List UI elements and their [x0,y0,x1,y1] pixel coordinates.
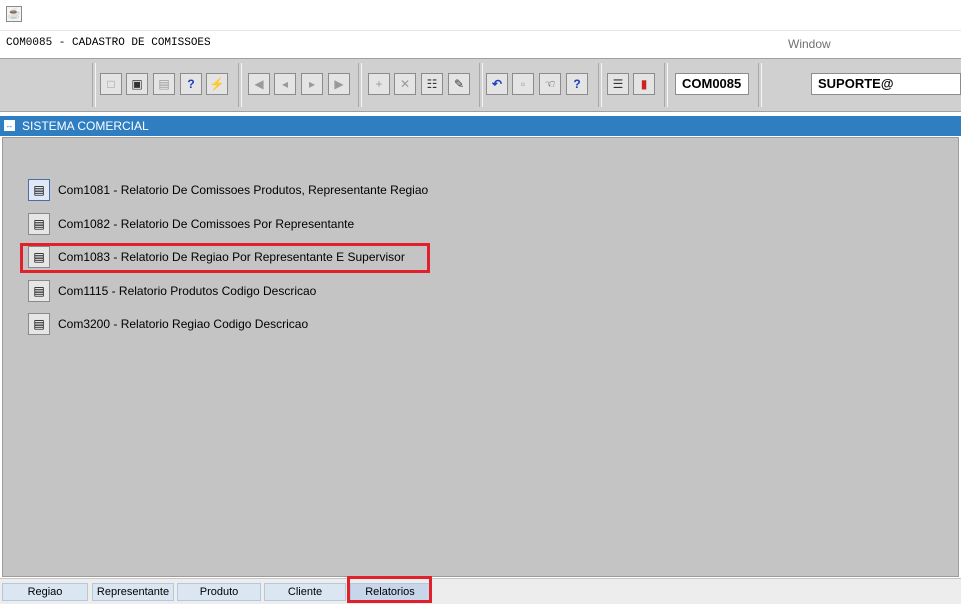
tab-bar: Regiao Representante Produto Cliente Rel… [0,578,961,604]
first-record-icon[interactable]: ◀ [248,73,270,95]
query-icon[interactable]: ? [180,73,202,95]
toolbar-separator [758,63,762,107]
report-label: Com1081 - Relatorio De Comissoes Produto… [58,183,429,197]
java-app-icon: ☕ [6,6,22,22]
edit-icon[interactable]: ✎ [448,73,470,95]
previous-record-icon[interactable]: ◂ [274,73,296,95]
report-label: Com3200 - Relatorio Regiao Codigo Descri… [58,317,309,331]
collapse-icon[interactable]: ↔ [4,120,15,131]
printer-icon[interactable]: ▤ [28,179,50,201]
highlight-box [20,243,430,273]
reports-panel [2,137,959,577]
list-of-values-icon[interactable]: ☷ [421,73,443,95]
menu-icon[interactable]: ☰ [607,73,629,95]
tab-representante[interactable]: Representante [92,583,174,601]
toolbar-separator [238,63,242,107]
execute-query-icon[interactable]: ⚡ [206,73,228,95]
tab-cliente[interactable]: Cliente [264,583,346,601]
window-menu[interactable]: Window [788,37,831,51]
toolbar: □ ▣ ▤ ? ⚡ ◀ ◂ ▸ ▶ + ✕ ☷ ✎ ↶ ▫ ☜ ? ☰ ▮ CO… [0,58,961,112]
toolbar-separator [598,63,602,107]
clipboard-icon[interactable]: ▫ [512,73,534,95]
section-header: ↔ SISTEMA COMERCIAL [0,116,961,136]
help-pointer-icon[interactable]: ☜ [539,73,561,95]
menu-bar: COM0085 - CADASTRO DE COMISSOES Window [0,31,961,55]
exit-door-icon[interactable]: ▮ [633,73,655,95]
title-bar: ☕ [0,0,961,31]
print-icon[interactable]: ▤ [153,73,175,95]
last-record-icon[interactable]: ▶ [328,73,350,95]
section-title: SISTEMA COMERCIAL [22,119,149,133]
toolbar-separator [92,63,96,107]
tab-produto[interactable]: Produto [177,583,261,601]
report-label: Com1115 - Relatorio Produtos Codigo Desc… [58,284,317,298]
toolbar-separator [664,63,668,107]
next-record-icon[interactable]: ▸ [301,73,323,95]
report-label: Com1082 - Relatorio De Comissoes Por Rep… [58,217,355,231]
insert-record-icon[interactable]: + [368,73,390,95]
tab-regiao[interactable]: Regiao [2,583,88,601]
window-caption: COM0085 - CADASTRO DE COMISSOES [6,37,211,49]
printer-icon[interactable]: ▤ [28,280,50,302]
window-icon[interactable]: ▣ [126,73,148,95]
user-field: SUPORTE@ [811,73,961,95]
printer-icon[interactable]: ▤ [28,313,50,335]
toolbar-separator [358,63,362,107]
form-code-field: COM0085 [675,73,749,95]
delete-record-icon[interactable]: ✕ [394,73,416,95]
help-icon[interactable]: ? [566,73,588,95]
printer-icon[interactable]: ▤ [28,213,50,235]
save-icon[interactable]: □ [100,73,122,95]
tab-highlight-box [347,576,432,603]
toolbar-separator [479,63,483,107]
undo-icon[interactable]: ↶ [486,73,508,95]
